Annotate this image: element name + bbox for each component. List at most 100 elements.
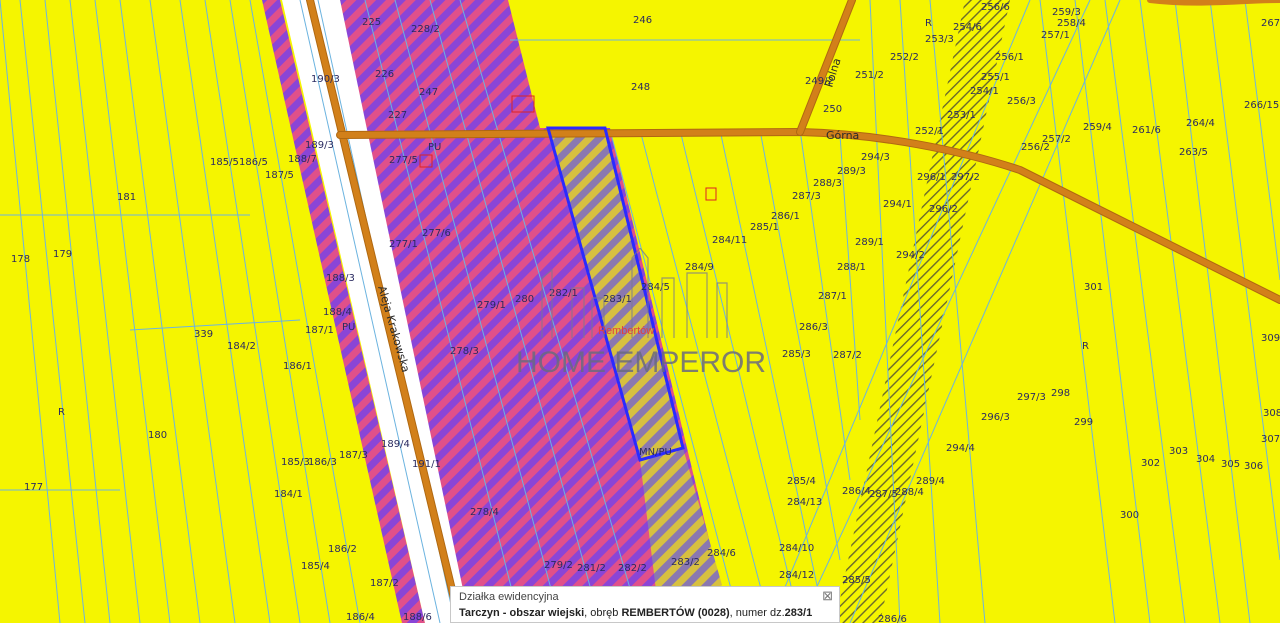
zone-label-mnpu: MN/PU [639, 447, 672, 458]
parcel-number: 289/1 [855, 237, 884, 248]
parcel-number: 289/4 [916, 476, 945, 487]
parcel-number: 285/4 [787, 476, 816, 487]
parcel-number: 254/1 [970, 86, 999, 97]
parcel-number: 186/3 [308, 457, 337, 468]
zone-label-pu: PU [342, 322, 355, 333]
parcel-number: 257/1 [1041, 30, 1070, 41]
parcel-number: 187/2 [370, 578, 399, 589]
parcel-number: 188/4 [323, 307, 352, 318]
parcel-number: 297/2 [951, 172, 980, 183]
popup-title: Działka ewidencyjna [459, 591, 559, 603]
popup-precinct: REMBERTÓW (0028) [621, 607, 730, 619]
parcel-number: 188/6 [403, 612, 432, 623]
parcel-number: 185/5 [210, 157, 239, 168]
parcel-number: 278/4 [470, 507, 499, 518]
parcel-number: 288/1 [837, 262, 866, 273]
parcel-number: 266/15 [1244, 100, 1279, 111]
parcel-number: 286/1 [771, 211, 800, 222]
parcel-number: 178 [11, 254, 30, 265]
parcel-number: 180 [148, 430, 167, 441]
parcel-number: 248 [631, 82, 650, 93]
parcel-number: 181 [117, 192, 136, 203]
parcel-number: 179 [53, 249, 72, 260]
parcel-number: 253/1 [947, 110, 976, 121]
popup-sep: , obręb [584, 607, 622, 619]
parcel-number: 289/3 [837, 166, 866, 177]
parcel-number: 190/3 [311, 74, 340, 85]
parcel-number: 284/11 [712, 235, 747, 246]
parcel-number: 339 [194, 329, 213, 340]
parcel-number: 252/1 [915, 126, 944, 137]
parcel-number: 288/3 [813, 178, 842, 189]
parcel-number: 298 [1051, 388, 1070, 399]
parcel-number: 188/3 [326, 273, 355, 284]
parcel-number: 255/1 [981, 72, 1010, 83]
parcel-number: 226 [375, 69, 394, 80]
parcel-number: 186/4 [346, 612, 375, 623]
parcel-number: 287/3 [792, 191, 821, 202]
parcel-number: 309 [1261, 333, 1280, 344]
parcel-number: 259/4 [1083, 122, 1112, 133]
parcel-number: 177 [24, 482, 43, 493]
parcel-number: 294/3 [861, 152, 890, 163]
parcel-number: 267 [1261, 18, 1280, 29]
parcel-number: 286/3 [799, 322, 828, 333]
parcel-number: 296/3 [981, 412, 1010, 423]
parcel-number: 306 [1244, 461, 1263, 472]
close-icon[interactable]: ⊠ [822, 588, 833, 604]
parcel-number: 279/2 [544, 560, 573, 571]
parcel-number: 250 [823, 104, 842, 115]
parcel-number: 277/6 [422, 228, 451, 239]
parcel-number: 253/3 [925, 34, 954, 45]
parcel-number: 254/6 [953, 22, 982, 33]
parcel-number: 281/2 [577, 563, 606, 574]
parcel-number: 278/3 [450, 346, 479, 357]
parcel-number: 246 [633, 15, 652, 26]
parcel-number: 294/4 [946, 443, 975, 454]
parcel-number: 294/1 [883, 199, 912, 210]
parcel-number: 189/4 [381, 439, 410, 450]
parcel-number: 225 [362, 17, 381, 28]
watermark-logo: Rembertów HOME EMPEROR [516, 248, 766, 378]
parcel-number: 185/4 [301, 561, 330, 572]
parcel-number: 303 [1169, 446, 1188, 457]
parcel-number: 184/2 [227, 341, 256, 352]
parcel-number: 256/3 [1007, 96, 1036, 107]
parcel-number: 256/6 [981, 2, 1010, 13]
popup-body: Tarczyn - obszar wiejski, obręb REMBERTÓ… [459, 607, 812, 619]
parcel-number: 297/3 [1017, 392, 1046, 403]
zone-label-pu: PU [428, 142, 441, 153]
parcel-number: 258/4 [1057, 18, 1086, 29]
parcel-number: 286/6 [878, 614, 907, 623]
parcel-number: 184/1 [274, 489, 303, 500]
parcel-number: 305 [1221, 459, 1240, 470]
parcel-number: 283/2 [671, 557, 700, 568]
parcel-number: 287/2 [833, 350, 862, 361]
watermark-sub: Rembertów [598, 325, 654, 337]
parcel-number: 301 [1084, 282, 1103, 293]
parcel-number: 187/1 [305, 325, 334, 336]
parcel-number: 285/1 [750, 222, 779, 233]
parcel-info-popup: Działka ewidencyjna ⊠ Tarczyn - obszar w… [450, 586, 840, 623]
parcel-number: 187/3 [339, 450, 368, 461]
parcel-number: 299 [1074, 417, 1093, 428]
popup-sep: , numer dz. [729, 607, 785, 619]
parcel-number: 304 [1196, 454, 1215, 465]
parcel-number: 185/3 [281, 457, 310, 468]
parcel-number: 284/10 [779, 543, 814, 554]
zone-label-r: R [58, 407, 65, 418]
parcel-number: 188/7 [288, 154, 317, 165]
parcel-number: 284/6 [707, 548, 736, 559]
parcel-number: 186/2 [328, 544, 357, 555]
parcel-number: 277/5 [389, 155, 418, 166]
parcel-number: 308 [1263, 408, 1280, 419]
parcel-number: 247 [419, 87, 438, 98]
parcel-number: 228/2 [411, 24, 440, 35]
parcel-number: 285/5 [842, 575, 871, 586]
parcel-number: 261/6 [1132, 125, 1161, 136]
parcel-number: 302 [1141, 458, 1160, 469]
parcel-number: 300 [1120, 510, 1139, 521]
parcel-number: 252/2 [890, 52, 919, 63]
watermark-brand: HOME EMPEROR [516, 346, 766, 378]
parcel-number: 287/1 [818, 291, 847, 302]
